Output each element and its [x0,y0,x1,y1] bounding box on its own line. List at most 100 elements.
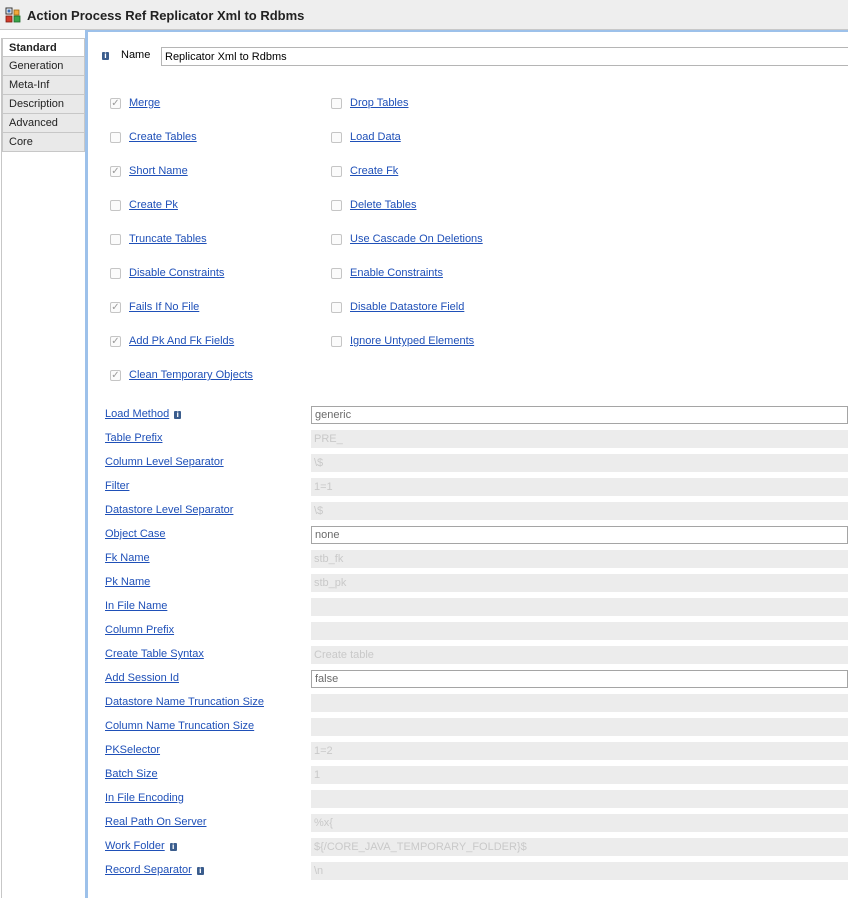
filter-label[interactable]: Filter [105,480,129,492]
record-separator-row: Record Separator i \n [105,862,848,880]
load-data-checkbox[interactable] [331,132,342,143]
enable-constraints-label[interactable]: Enable Constraints [350,267,443,279]
table-prefix-field[interactable]: PRE_ [311,430,848,448]
create-table-syntax-row: Create Table Syntax Create table [105,646,848,664]
create-table-syntax-field[interactable]: Create table [311,646,848,664]
create-pk-label[interactable]: Create Pk [129,199,178,211]
add-session-id-label[interactable]: Add Session Id [105,672,179,684]
work-folder-label[interactable]: Work Folder i [105,840,177,852]
info-icon[interactable]: i [102,52,109,60]
load-method-label[interactable]: Load Method i [105,408,182,420]
datastore-level-separator-row: Datastore Level Separator \$ [105,502,848,520]
filter-row: Filter 1=1 [105,478,848,496]
drop-tables-label[interactable]: Drop Tables [350,97,409,109]
batch-size-field[interactable]: 1 [311,766,848,784]
column-prefix-field[interactable] [311,622,848,640]
load-method-field[interactable]: generic [311,406,848,424]
datastore-level-separator-field[interactable]: \$ [311,502,848,520]
in-file-name-label[interactable]: In File Name [105,600,167,612]
short-name-label[interactable]: Short Name [129,165,188,177]
record-separator-field[interactable]: \n [311,862,848,880]
drop-tables-checkbox[interactable] [331,98,342,109]
create-tables-label[interactable]: Create Tables [129,131,197,143]
use-cascade-on-deletions-label[interactable]: Use Cascade On Deletions [350,233,483,245]
pkselector-field[interactable]: 1=2 [311,742,848,760]
fk-name-field[interactable]: stb_fk [311,550,848,568]
fk-name-label[interactable]: Fk Name [105,552,150,564]
in-file-name-field[interactable] [311,598,848,616]
object-case-label[interactable]: Object Case [105,528,166,540]
disable-constraints-checkbox[interactable] [110,268,121,279]
disable-datastore-field-label[interactable]: Disable Datastore Field [350,301,464,313]
in-file-encoding-label[interactable]: In File Encoding [105,792,184,804]
record-separator-label[interactable]: Record Separator i [105,864,204,876]
column-name-truncation-size-field[interactable] [311,718,848,736]
create-fk-checkbox[interactable] [331,166,342,177]
tab-advanced[interactable]: Advanced [2,114,85,133]
short-name-checkbox[interactable]: ✓ [110,166,121,177]
delete-tables-checkbox[interactable] [331,200,342,211]
info-icon[interactable]: i [169,843,177,851]
column-prefix-label[interactable]: Column Prefix [105,624,174,636]
load-method-label-text: Load Method [105,408,170,420]
create-pk-checkbox[interactable] [110,200,121,211]
pkselector-label[interactable]: PKSelector [105,744,160,756]
tabs-divider [1,38,2,898]
clean-temporary-objects-label[interactable]: Clean Temporary Objects [129,369,253,381]
delete-tables-label[interactable]: Delete Tables [350,199,416,211]
content-top-border [85,30,848,32]
disable-datastore-field-checkbox[interactable] [331,302,342,313]
batch-size-label[interactable]: Batch Size [105,768,158,780]
use-cascade-on-deletions-checkbox[interactable] [331,234,342,245]
column-level-separator-label[interactable]: Column Level Separator [105,456,224,468]
column-level-separator-field[interactable]: \$ [311,454,848,472]
merge-checkbox[interactable]: ✓ [110,98,121,109]
table-prefix-label[interactable]: Table Prefix [105,432,162,444]
add-session-id-field[interactable]: false [311,670,848,688]
info-icon[interactable]: i [174,411,182,419]
ignore-untyped-elements-checkbox[interactable] [331,336,342,347]
work-folder-field[interactable]: ${/CORE_JAVA_TEMPORARY_FOLDER}$ [311,838,848,856]
object-case-field[interactable]: none [311,526,848,544]
clean-temporary-objects-checkbox[interactable]: ✓ [110,370,121,381]
title-bar: Action Process Ref Replicator Xml to Rdb… [0,0,848,30]
tab-meta-inf[interactable]: Meta-Inf [2,76,85,95]
real-path-on-server-field[interactable]: %x{ [311,814,848,832]
pkselector-row: PKSelector 1=2 [105,742,848,760]
tab-generation[interactable]: Generation [2,57,85,76]
in-file-encoding-field[interactable] [311,790,848,808]
tab-core[interactable]: Core [2,133,85,152]
datastore-name-truncation-size-field[interactable] [311,694,848,712]
create-table-syntax-label[interactable]: Create Table Syntax [105,648,204,660]
action-process-icon [5,7,21,23]
add-pk-and-fk-fields-label[interactable]: Add Pk And Fk Fields [129,335,234,347]
truncate-tables-label[interactable]: Truncate Tables [129,233,207,245]
filter-field[interactable]: 1=1 [311,478,848,496]
truncate-tables-checkbox[interactable] [110,234,121,245]
name-input[interactable] [161,47,848,66]
window-title: Action Process Ref Replicator Xml to Rdb… [27,8,305,23]
info-icon[interactable]: i [196,867,204,875]
datastore-name-truncation-size-label[interactable]: Datastore Name Truncation Size [105,696,264,708]
load-data-label[interactable]: Load Data [350,131,401,143]
tab-description[interactable]: Description [2,95,85,114]
merge-label[interactable]: Merge [129,97,160,109]
load-method-row: Load Method i generic [105,406,848,424]
add-pk-and-fk-fields-checkbox[interactable]: ✓ [110,336,121,347]
disable-constraints-label[interactable]: Disable Constraints [129,267,224,279]
fails-if-no-file-label[interactable]: Fails If No File [129,301,199,313]
column-name-truncation-size-label[interactable]: Column Name Truncation Size [105,720,254,732]
datastore-level-separator-label[interactable]: Datastore Level Separator [105,504,233,516]
enable-constraints-checkbox[interactable] [331,268,342,279]
record-separator-label-text: Record Separator [105,864,192,876]
column-prefix-row: Column Prefix [105,622,848,640]
object-case-row: Object Case none [105,526,848,544]
tab-standard[interactable]: Standard [2,38,85,57]
create-fk-label[interactable]: Create Fk [350,165,398,177]
real-path-on-server-label[interactable]: Real Path On Server [105,816,207,828]
create-tables-checkbox[interactable] [110,132,121,143]
pk-name-label[interactable]: Pk Name [105,576,150,588]
pk-name-field[interactable]: stb_pk [311,574,848,592]
fails-if-no-file-checkbox[interactable]: ✓ [110,302,121,313]
ignore-untyped-elements-label[interactable]: Ignore Untyped Elements [350,335,474,347]
